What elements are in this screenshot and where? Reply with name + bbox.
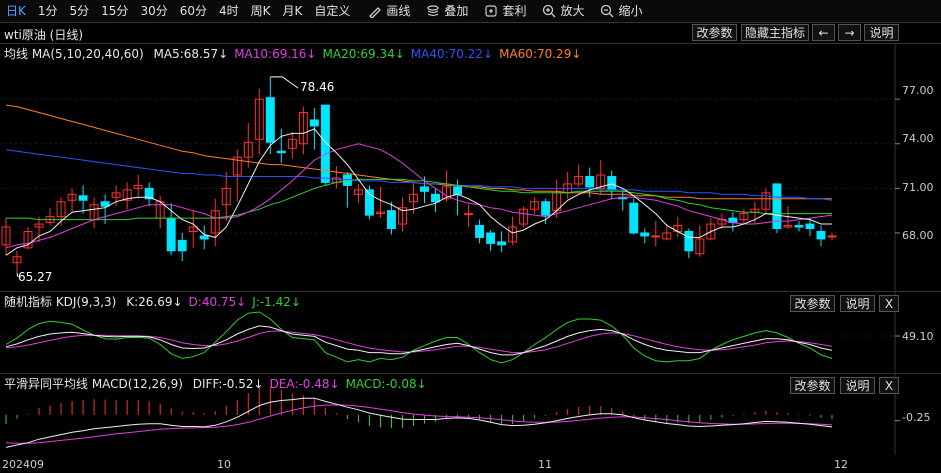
candle-body	[585, 175, 595, 188]
kdj-explain-button[interactable]: 说明	[840, 295, 875, 312]
ma20-line	[6, 178, 832, 221]
kdj-legend: 随机指标 KDJ(9,3,3) K:26.69↓ D:40.75↓ J:-1.42↓	[4, 294, 313, 310]
candle-body	[199, 235, 209, 240]
macd-legend-value: MACD:-0.08↓	[345, 377, 427, 391]
macd-legend-value: DIFF:-0.52↓	[192, 377, 264, 391]
price-tick-label: 71.00	[902, 181, 934, 194]
ma10-line	[5, 143, 833, 249]
ma40-line	[5, 149, 833, 201]
candle-body	[166, 217, 176, 252]
kdj-legend-value: D:40.75↓	[188, 295, 247, 309]
kdj-legend-label: 随机指标 KDJ(9,3,3)	[4, 295, 117, 309]
date-label: 10	[217, 458, 231, 471]
kdj-change-params-button[interactable]: 改参数	[790, 295, 835, 312]
macd-legend: 平滑异同平均线 MACD(12,26,9) DIFF:-0.52↓ DEA:-0.…	[4, 376, 439, 392]
macd-divider	[0, 373, 941, 374]
macd-legend-label: 平滑异同平均线 MACD(12,26,9)	[4, 377, 183, 391]
candle-body	[486, 232, 496, 244]
candle-body	[684, 230, 694, 252]
macd-close-button[interactable]: X	[879, 377, 899, 394]
candle-body	[177, 239, 187, 252]
candle-body	[629, 202, 639, 234]
kdj-j-line	[5, 311, 833, 364]
candle-body	[475, 225, 485, 238]
macd-tick-label: -0.25	[902, 411, 931, 424]
candle-body	[100, 201, 110, 207]
date-label: 12	[834, 458, 848, 471]
candle-body	[640, 232, 650, 237]
high-marker-line	[270, 76, 299, 89]
kdj-legend-value: K:26.69↓	[126, 295, 183, 309]
price-tick-label: 68.00	[902, 229, 934, 242]
candle-body	[78, 195, 88, 201]
kdj-legend-value: J:-1.42↓	[252, 295, 301, 309]
candle-body	[309, 119, 319, 127]
macd-diff-line	[5, 397, 833, 448]
candle-body	[794, 225, 804, 228]
candle-body	[816, 230, 826, 240]
ma60-line	[5, 104, 832, 200]
low-price-annotation: 65.27	[18, 270, 53, 284]
price-tick-label: 74.00	[902, 132, 934, 145]
candle-body	[805, 223, 815, 230]
kdj-tick-label: 49.10	[902, 330, 934, 343]
kdj-d-line	[5, 330, 833, 354]
date-label: 11	[538, 458, 552, 471]
price-tick-label: 77.00	[902, 84, 934, 97]
candle-body	[827, 235, 837, 238]
price-chart[interactable]	[0, 0, 941, 473]
high-price-annotation: 78.46	[300, 80, 335, 94]
candle-body	[276, 150, 286, 154]
kdj-close-button[interactable]: X	[879, 295, 899, 312]
candle-body	[431, 193, 440, 203]
macd-dea-line	[5, 404, 833, 444]
candle-body	[541, 201, 551, 216]
ma5-line	[5, 128, 832, 256]
kdj-divider	[0, 291, 941, 292]
candle-body	[464, 213, 474, 216]
candle-body	[265, 97, 275, 143]
macd-change-params-button[interactable]: 改参数	[790, 377, 835, 394]
candle-body	[651, 235, 661, 238]
macd-legend-value: DEA:-0.48↓	[269, 377, 340, 391]
kdj-k-line	[5, 325, 833, 356]
candle-body	[607, 175, 617, 191]
candle-body	[453, 186, 463, 195]
candle-body	[387, 210, 396, 230]
candle-body	[497, 241, 507, 246]
macd-explain-button[interactable]: 说明	[840, 377, 875, 394]
candle-body	[420, 186, 429, 192]
date-label: 202409	[2, 458, 44, 471]
